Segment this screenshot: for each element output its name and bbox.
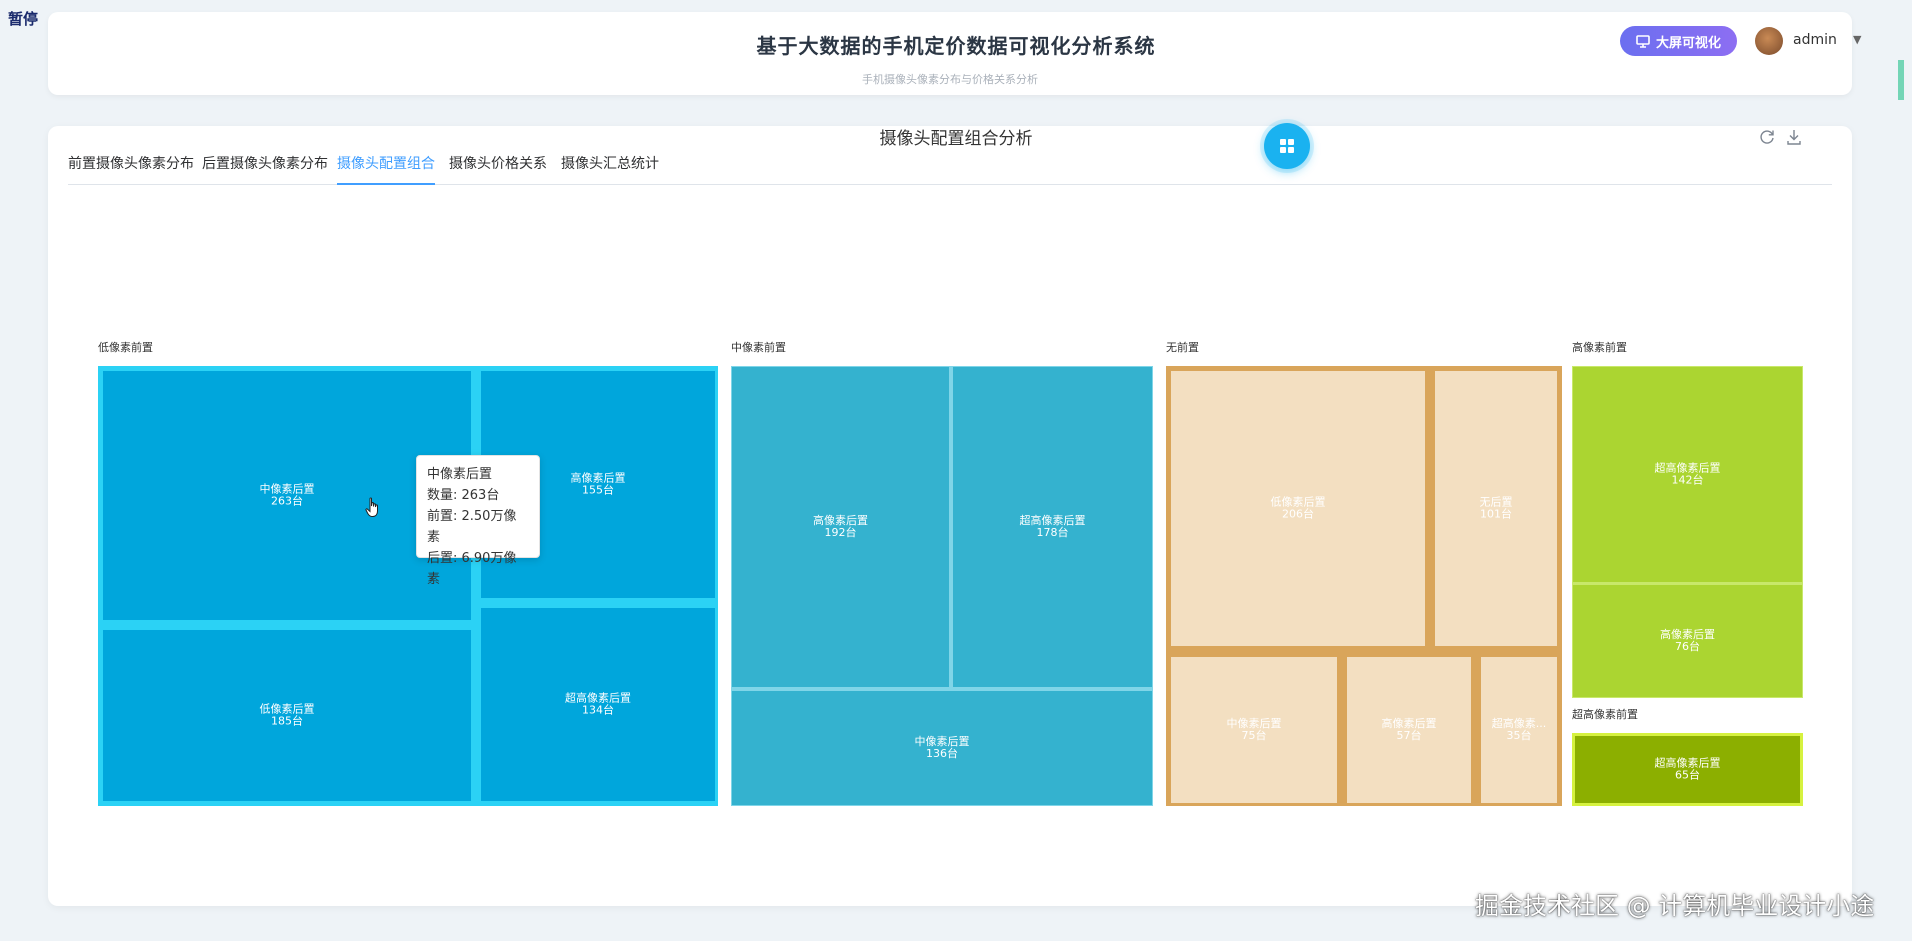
tooltip-front: 前置: 2.50万像素 (427, 509, 517, 545)
treemap-cell[interactable]: 超高像素后置134台 (481, 608, 715, 801)
treemap-cell-name: 超高像素... (1492, 716, 1547, 730)
treemap-cell[interactable]: 无后置101台 (1435, 371, 1557, 646)
treemap-cell-name: 超高像素后置 (1020, 513, 1086, 527)
treemap-cell[interactable]: 低像素后置206台 (1171, 371, 1425, 646)
treemap-cell-name: 高像素后置 (1382, 716, 1437, 730)
tooltip-rear: 后置: 6.90万像素 (427, 551, 517, 587)
treemap-cell[interactable]: 超高像素...35台 (1481, 657, 1557, 803)
treemap-cell-value: 155台 (582, 483, 614, 497)
treemap-group-label: 高像素前置 (1572, 340, 1627, 354)
treemap-cell-value: 35台 (1507, 728, 1532, 742)
treemap-cell[interactable]: 超高像素后置65台 (1575, 736, 1800, 803)
treemap-cell-name: 高像素后置 (1660, 627, 1715, 641)
treemap-cell-value: 263台 (271, 494, 303, 508)
watermark: 掘金技术社区 @ 计算机毕业设计小途 (1475, 892, 1875, 920)
treemap-cell-value: 76台 (1675, 639, 1700, 653)
treemap-cell[interactable]: 中像素后置136台 (732, 691, 1152, 805)
treemap-cell[interactable]: 超高像素后置178台 (953, 367, 1152, 687)
treemap-cell-value: 206台 (1282, 507, 1314, 521)
treemap-group[interactable]: 无前置低像素后置206台无后置101台中像素后置75台高像素后置57台超高像素.… (1166, 340, 1562, 806)
treemap-cell-value: 75台 (1242, 728, 1267, 742)
treemap-cell-name: 超高像素后置 (1655, 756, 1721, 770)
treemap-cell-value: 134台 (582, 703, 614, 717)
treemap-group-label: 无前置 (1166, 340, 1199, 354)
tooltip-count: 数量: 263台 (427, 488, 500, 503)
hand-cursor-icon (365, 497, 378, 517)
treemap-group[interactable]: 低像素前置中像素后置 263台低像素后置185台 高像素后置155台超高像素后置13… (98, 340, 718, 806)
edge-strip (1898, 60, 1904, 100)
treemap-group-label: 超高像素前置 (1572, 707, 1638, 721)
treemap-cell[interactable]: 高像素后置76台 (1573, 585, 1802, 697)
treemap-cell[interactable]: 高像素后置192台 (732, 367, 949, 687)
treemap-group-label: 中像素前置 (731, 340, 786, 354)
treemap-cell-value: 101台 (1480, 507, 1512, 521)
treemap-cell[interactable]: 高像素后置57台 (1347, 657, 1471, 803)
treemap-group[interactable]: 高像素前置超高像素后置142台高像素后置76台 (1572, 340, 1803, 698)
tooltip-title: 中像素后置 (427, 467, 493, 482)
treemap-cell-value: 57台 (1397, 728, 1422, 742)
treemap-cell-value: 142台 (1672, 473, 1704, 487)
treemap-cell[interactable]: 低像素后置185台 (103, 630, 471, 801)
treemap-cell-value: 65台 (1675, 768, 1700, 782)
treemap-cell-value: 178台 (1037, 525, 1069, 539)
tooltip: 中像素后置 数量: 263台 前置: 2.50万像素 后置: 6.90万像素 (416, 455, 540, 587)
treemap-cell-name: 超高像素后置 (565, 691, 631, 705)
treemap-cell-value: 185台 (271, 714, 303, 728)
treemap-cell[interactable]: 超高像素后置142台 (1573, 367, 1802, 582)
treemap-cell-value: 192台 (825, 525, 857, 539)
treemap-cell-name: 高像素后置 (571, 471, 626, 485)
treemap-group-label: 低像素前置 (98, 340, 153, 354)
treemap-chart: 低像素前置中像素后置263台低像素后置185台高像素后置155台超高像素后置13… (98, 340, 1803, 806)
treemap-cell-value: 136台 (926, 746, 958, 760)
treemap-cell-name: 超高像素后置 (1655, 461, 1721, 475)
treemap-group[interactable]: 超高像素前置超高像素后置65台 (1572, 707, 1803, 806)
treemap-cell[interactable]: 中像素后置75台 (1171, 657, 1337, 803)
treemap-cell-name: 高像素后置 (813, 513, 868, 527)
treemap-group[interactable]: 中像素前置高像素后置192台超高像素后置178台中像素后置136台 (731, 340, 1153, 806)
